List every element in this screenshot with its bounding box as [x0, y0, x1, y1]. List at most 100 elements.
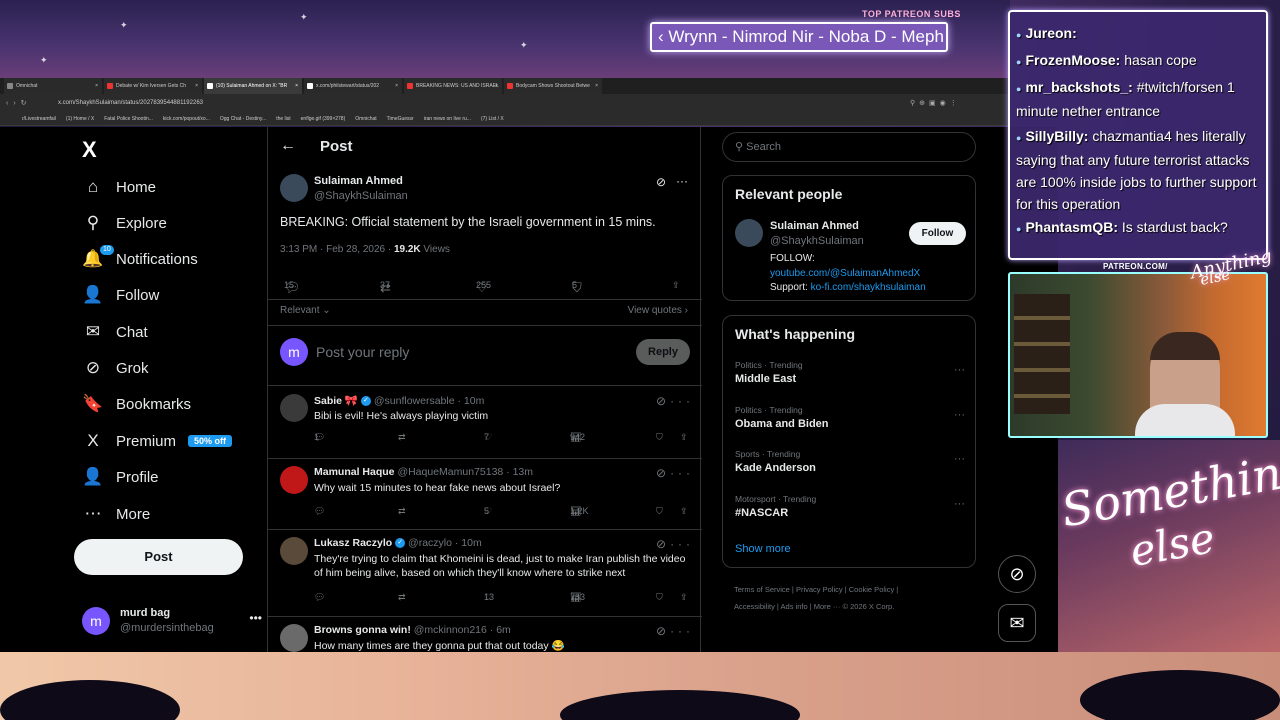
more-dots-icon[interactable]: ••• [249, 611, 262, 625]
nav-item-explore[interactable]: ⚲ Explore [82, 208, 167, 238]
nav-item-bookmarks[interactable]: 🔖 Bookmarks [82, 389, 191, 419]
follow-button[interactable]: Follow [909, 222, 966, 245]
trend-item[interactable]: Politics · Trending Obama and Biden ··· [735, 405, 965, 430]
close-icon[interactable]: × [495, 78, 498, 94]
trend-item[interactable]: Politics · Trending Middle East ··· [735, 360, 965, 385]
share-icon[interactable]: ⇪ [672, 280, 680, 291]
grok-fab-icon[interactable]: ⊘ [998, 555, 1036, 593]
more-dots-icon[interactable]: ··· [670, 466, 694, 480]
author-handle[interactable]: @sunflowersable · 10m [374, 395, 484, 407]
account-switcher[interactable]: m murd bag @murdersinthebag ••• [82, 605, 262, 641]
close-icon[interactable]: × [195, 78, 198, 94]
back-arrow-icon[interactable]: ← [280, 137, 296, 155]
bookmark-item[interactable]: Omnichat [355, 112, 376, 125]
share-icon[interactable]: ⇪ [680, 592, 688, 603]
avatar[interactable] [280, 394, 308, 422]
nav-item-premium[interactable]: X Premium 50% off [82, 426, 233, 456]
browser-tab[interactable]: x.com/philstewart/status/202 × [304, 78, 402, 94]
grok-icon[interactable]: ⊘ [656, 624, 670, 638]
author-handle[interactable]: @raczylo · 10m [408, 537, 482, 549]
browser-nav-icons[interactable]: ‹›↻ [0, 99, 58, 107]
bookmark-item[interactable]: Ogg Chat - Destiny... [220, 112, 266, 125]
bookmark-item[interactable]: r/Livestreamfail [22, 112, 56, 125]
bookmark-icon[interactable]: ⛉ [656, 592, 663, 603]
more-dots-icon[interactable]: ··· [670, 394, 694, 408]
avatar[interactable] [280, 174, 308, 202]
footer-line[interactable]: Accessibility | Ads info | More ··· © 20… [734, 598, 974, 615]
author-handle[interactable]: @mckinnon216 · 6m [414, 624, 511, 636]
reply-input[interactable]: Post your reply [316, 344, 409, 360]
bookmark-item[interactable]: (1) Home / X [66, 112, 94, 125]
bookmark-item[interactable]: Fatal Police Shootin... [104, 112, 153, 125]
post-button[interactable]: Post [74, 539, 243, 575]
author-name[interactable]: Sulaiman Ahmed [314, 175, 403, 187]
browser-tab[interactable]: BREAKING NEWS: US AND ISRAEL × [404, 78, 502, 94]
search-input[interactable]: ⚲ Search [722, 132, 976, 162]
nav-item-chat[interactable]: ✉ Chat [82, 317, 148, 347]
author-name[interactable]: Lukasz Raczylo [314, 537, 392, 549]
person-handle[interactable]: @ShaykhSulaiman [770, 235, 864, 247]
browser-tab[interactable]: Debate w/ Kim Iversen Gets Ch × [104, 78, 202, 94]
avatar[interactable] [280, 537, 308, 565]
author-name[interactable]: Mamunal Haque [314, 466, 395, 478]
author-handle[interactable]: @ShaykhSulaiman [314, 190, 408, 202]
url-field[interactable]: x.com/ShaykhSulaiman/status/202783954488… [58, 100, 910, 106]
bookmark-item[interactable]: enflge.gif (399×278) [301, 112, 346, 125]
nav-item-more[interactable]: ⋯ More [82, 499, 151, 529]
more-dots-icon[interactable]: ··· [670, 624, 694, 638]
avatar[interactable] [280, 466, 308, 494]
grok-icon[interactable]: ⊘ [656, 537, 670, 551]
bio-kofi-link[interactable]: ko-fi.com/shaykhsulaiman [811, 282, 926, 293]
share-icon[interactable]: ⇪ [680, 432, 688, 443]
more-dots-icon[interactable]: ··· [954, 409, 965, 421]
x-logo-icon[interactable]: X [82, 137, 97, 163]
nav-item-follow[interactable]: 👤 Follow [82, 280, 159, 310]
nav-item-home[interactable]: ⌂ Home [82, 172, 156, 202]
share-icon[interactable]: ⇪ [680, 506, 688, 517]
browser-tab[interactable]: Bodycam Shows Shootout Betwe × [504, 78, 602, 94]
nav-item-notifications[interactable]: 🔔 10 Notifications [82, 244, 198, 274]
reply-tweet[interactable]: Browns gonna win! @mckinnon216 · 6m ⊘··· H… [268, 616, 702, 652]
more-dots-icon[interactable]: ··· [954, 364, 965, 376]
bookmark-item[interactable]: (7) List / X [481, 112, 504, 125]
nav-item-profile[interactable]: 👤 Profile [82, 462, 158, 492]
person-name[interactable]: Sulaiman Ahmed [770, 220, 859, 232]
bookmark-item[interactable]: kick.com/popout/xo... [163, 112, 210, 125]
author-name[interactable]: Browns gonna win! [314, 624, 411, 636]
grok-icon[interactable]: ⊘ [656, 175, 666, 189]
reply-tweet[interactable]: Lukasz Raczylo ✓ @raczylo · 10m ⊘··· They'… [268, 529, 702, 616]
author-name[interactable]: Sabie 🎀 [314, 395, 358, 407]
bookmark-item[interactable]: the list [276, 112, 290, 125]
footer-line[interactable]: Terms of Service | Privacy Policy | Cook… [734, 581, 974, 598]
close-icon[interactable]: × [395, 78, 398, 94]
more-dots-icon[interactable]: ··· [954, 453, 965, 465]
close-icon[interactable]: × [95, 78, 98, 94]
extension-icons[interactable]: ⚲⊕▣◉⋮ [910, 99, 1010, 107]
close-icon[interactable]: × [595, 78, 598, 94]
grok-icon[interactable]: ⊘ [656, 394, 670, 408]
trend-item[interactable]: Sports · Trending Kade Anderson ··· [735, 449, 965, 474]
browser-tab[interactable]: (10) Sulaiman Ahmed on X: "BR × [204, 78, 302, 94]
reply-tweet[interactable]: Mamunal Haque @HaqueMamun75138 · 13m ⊘···… [268, 458, 702, 529]
bookmark-item[interactable]: iran news on live ru... [424, 112, 471, 125]
view-quotes-link[interactable]: View quotes › [628, 305, 688, 316]
sort-dropdown[interactable]: Relevant ⌄ [280, 305, 331, 316]
author-handle[interactable]: @HaqueMamun75138 · 13m [397, 466, 533, 478]
close-icon[interactable]: × [295, 78, 298, 94]
bio-youtube-link[interactable]: youtube.com/@SulaimanAhmedX [770, 267, 926, 282]
bookmark-item[interactable]: TimeGuessr [387, 112, 414, 125]
more-dots-icon[interactable]: ··· [670, 537, 694, 551]
trend-item[interactable]: Motorsport · Trending #NASCAR ··· [735, 494, 965, 519]
avatar[interactable] [735, 219, 763, 247]
nav-item-grok[interactable]: ⊘ Grok [82, 353, 149, 383]
show-more-link[interactable]: Show more [735, 543, 791, 555]
reply-tweet[interactable]: Sabie 🎀 ✓ @sunflowersable · 10m ⊘··· Bibi … [268, 386, 702, 458]
bookmark-icon[interactable]: ⛉ [656, 506, 663, 517]
bookmark-icon[interactable]: ⛉ [656, 432, 663, 443]
post-time[interactable]: 3:13 PM · Feb 28, 2026 · [280, 244, 394, 255]
more-dots-icon[interactable]: ··· [954, 498, 965, 510]
browser-tab[interactable]: Omnichat × [4, 78, 102, 94]
avatar[interactable] [280, 624, 308, 652]
grok-icon[interactable]: ⊘ [656, 466, 670, 480]
more-dots-icon[interactable]: ··· [676, 174, 688, 188]
